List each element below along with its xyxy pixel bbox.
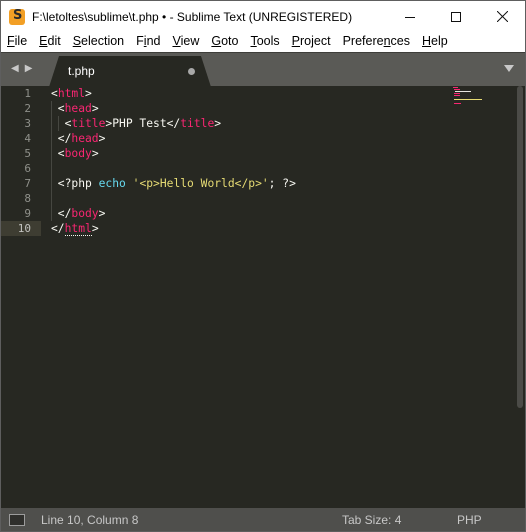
maximize-icon — [451, 11, 461, 22]
code-line[interactable]: <body> — [51, 146, 99, 161]
code-token: </ — [51, 222, 65, 235]
tab-t-php[interactable]: t.php — [49, 56, 211, 87]
code-line[interactable]: <head> — [51, 101, 99, 116]
menu-help[interactable]: Help — [416, 32, 454, 52]
code-line[interactable]: </head> — [51, 131, 106, 146]
sublime-window: F:\letoltes\sublime\t.php • - Sublime Te… — [0, 0, 526, 532]
code-token: <?php — [51, 177, 99, 190]
menu-find[interactable]: Find — [130, 32, 166, 52]
close-button[interactable] — [479, 1, 525, 32]
minimap[interactable] — [453, 87, 509, 105]
code-token: html — [57, 87, 86, 100]
syntax-selector[interactable]: PHP — [457, 513, 482, 527]
code-line[interactable]: <html> — [51, 86, 92, 101]
menu-goto[interactable]: Goto — [205, 32, 244, 52]
code-token: '<p>Hello World</p>' — [132, 177, 269, 190]
tab-bar: ◀ ▶ t.php — [1, 52, 525, 87]
line-number-gutter: 1 2 3 4 5 6 7 8 9 10 — [1, 86, 41, 508]
tab-nav-arrows: ◀ ▶ — [11, 63, 32, 74]
vertical-scrollbar[interactable] — [517, 86, 523, 408]
menu-project[interactable]: Project — [286, 32, 337, 52]
line-number: 8 — [24, 192, 31, 205]
code-token: title — [180, 117, 215, 130]
code-token: > — [98, 132, 106, 145]
code-token: < — [51, 147, 65, 160]
minimize-button[interactable] — [387, 1, 433, 32]
code-line[interactable]: </body> — [51, 206, 106, 221]
tab-label: t.php — [68, 64, 95, 78]
tab-list-dropdown-icon[interactable] — [504, 65, 514, 72]
menu-preferences[interactable]: Preferences — [337, 32, 416, 52]
unsaved-dot-icon[interactable] — [188, 68, 195, 75]
code-token: </ — [51, 207, 72, 220]
menu-tools[interactable]: Tools — [244, 32, 285, 52]
code-token: title — [71, 117, 106, 130]
line-number: 3 — [24, 117, 31, 130]
line-number: 4 — [24, 132, 31, 145]
cursor-position: Line 10, Column 8 — [41, 513, 139, 527]
title-bar[interactable]: F:\letoltes\sublime\t.php • - Sublime Te… — [1, 1, 525, 32]
sublime-text-icon[interactable] — [9, 8, 25, 25]
code-token: < — [51, 87, 58, 100]
code-token: body — [64, 147, 92, 160]
code-token: ; ?> — [268, 177, 296, 190]
code-token: html — [64, 222, 92, 236]
code-token: > — [91, 147, 99, 160]
menu-selection[interactable]: Selection — [67, 32, 130, 52]
code-token: body — [71, 207, 99, 220]
code-line[interactable]: <?php echo '<p>Hello World</p>'; ?> — [51, 176, 296, 191]
menu-view[interactable]: View — [166, 32, 205, 52]
minimize-icon — [405, 16, 415, 18]
menu-edit[interactable]: Edit — [33, 32, 67, 52]
maximize-button[interactable] — [433, 1, 479, 32]
code-token: echo — [98, 177, 126, 190]
window-title: F:\letoltes\sublime\t.php • - Sublime Te… — [32, 9, 353, 24]
tab-next-arrow-icon[interactable]: ▶ — [25, 63, 33, 74]
code-line[interactable]: </html> — [51, 221, 99, 236]
code-token: > — [91, 222, 99, 235]
line-number: 5 — [24, 147, 31, 160]
panel-toggle-icon[interactable] — [9, 514, 25, 526]
line-number: 6 — [24, 162, 31, 175]
status-bar: Line 10, Column 8 Tab Size: 4 PHP — [1, 508, 525, 531]
code-token: > — [214, 117, 222, 130]
code-token: > — [91, 102, 99, 115]
tab-prev-arrow-icon[interactable]: ◀ — [11, 63, 19, 74]
line-number: 1 — [24, 87, 31, 100]
line-number: 10 — [17, 222, 31, 235]
code-line[interactable]: <title>PHP Test</title> — [51, 116, 221, 131]
menu-bar: File Edit Selection Find View Goto Tools Projec… — [1, 32, 525, 52]
close-icon — [496, 11, 508, 22]
code-token: < — [51, 117, 72, 130]
code-token: < — [51, 102, 65, 115]
window-controls — [387, 1, 525, 32]
tab-size-selector[interactable]: Tab Size: 4 — [342, 513, 401, 527]
code-token: </ — [51, 132, 72, 145]
code-token: head — [71, 132, 99, 145]
code-token: > — [98, 207, 106, 220]
menu-file[interactable]: File — [1, 32, 33, 52]
line-number: 7 — [24, 177, 31, 190]
line-number: 2 — [24, 102, 31, 115]
editor-area[interactable]: 1 2 3 4 5 6 7 8 9 10 <html> <head> <title>PHP Tes… — [1, 86, 525, 508]
code-token: head — [64, 102, 92, 115]
line-number: 9 — [24, 207, 31, 220]
code-token: >PHP Test</ — [105, 117, 181, 130]
code-token: > — [85, 87, 92, 100]
